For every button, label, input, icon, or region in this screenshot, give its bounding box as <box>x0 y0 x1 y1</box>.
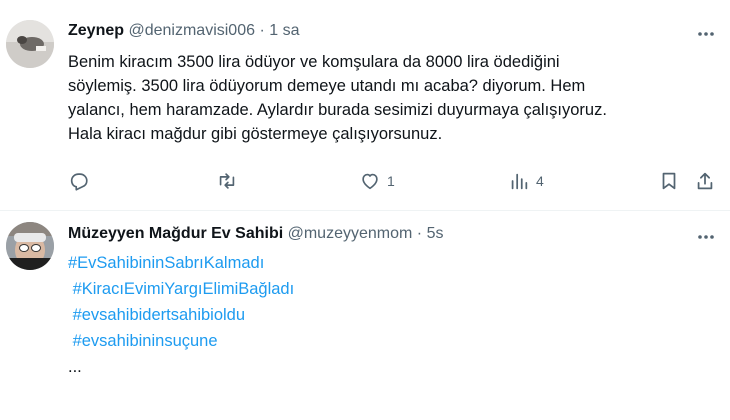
separator: · <box>416 225 423 242</box>
more-icon[interactable] <box>696 227 716 247</box>
tweet-header: Müzeyyen Mağdur Ev Sahibi @muzeyyenmom ·… <box>68 225 443 243</box>
share-icon <box>697 172 713 190</box>
tweet-text: Benim kiracım 3500 lira ödüyor ve komşul… <box>68 50 718 146</box>
like-count: 1 <box>387 173 395 189</box>
like-button[interactable]: 1 <box>359 170 395 192</box>
separator: · <box>259 22 265 39</box>
views-count: 4 <box>536 173 544 189</box>
views-icon <box>511 173 528 190</box>
bookmark-icon <box>662 172 676 190</box>
tweet-text-line: yalancı, hem haramzade. Aylardır burada … <box>68 101 607 119</box>
tweet-hashtags: #EvSahibininSabrıKalmadı #KiracıEvimiYar… <box>68 250 294 380</box>
display-name[interactable]: Zeynep <box>68 22 124 39</box>
hashtag-link[interactable]: #evsahibidertsahibioldu <box>68 302 294 328</box>
handle[interactable]: @muzeyyenmom <box>288 225 413 242</box>
timestamp[interactable]: 1 sa <box>269 22 299 39</box>
avatar[interactable] <box>6 222 54 270</box>
like-icon <box>362 173 378 190</box>
display-name[interactable]: Müzeyyen Mağdur Ev Sahibi <box>68 225 283 242</box>
reply-button[interactable] <box>68 170 96 192</box>
share-button[interactable] <box>694 170 716 192</box>
retweet-icon <box>219 173 235 189</box>
truncation-ellipsis: ... <box>68 358 82 376</box>
tweet-1[interactable]: Zeynep @denizmavisi006 · 1 sa Benim kira… <box>0 0 730 210</box>
hashtag-link[interactable]: #EvSahibininSabrıKalmadı <box>68 250 294 276</box>
tweet-text-line: söylemiş. 3500 lira ödüyorum demeye utan… <box>68 77 586 95</box>
timestamp[interactable]: 5s <box>427 225 444 242</box>
retweet-button[interactable] <box>216 170 244 192</box>
reply-icon <box>70 173 88 191</box>
avatar[interactable] <box>6 20 54 68</box>
tweet-text-line: Benim kiracım 3500 lira ödüyor ve komşul… <box>68 53 560 71</box>
handle[interactable]: @denizmavisi006 <box>128 22 255 39</box>
tweet-text-line: Hala kiracı mağdur gibi göstermeye çalış… <box>68 125 443 143</box>
tweet-header: Zeynep @denizmavisi006 · 1 sa <box>68 22 299 40</box>
action-bar: 1 4 <box>68 170 718 194</box>
hashtag-link[interactable]: #evsahibininsuçune <box>68 328 294 354</box>
more-icon[interactable] <box>696 24 716 44</box>
views-button[interactable]: 4 <box>508 170 544 192</box>
bookmark-button[interactable] <box>658 170 680 192</box>
hashtag-link[interactable]: #KiracıEvimiYargıElimiBağladı <box>68 276 295 302</box>
